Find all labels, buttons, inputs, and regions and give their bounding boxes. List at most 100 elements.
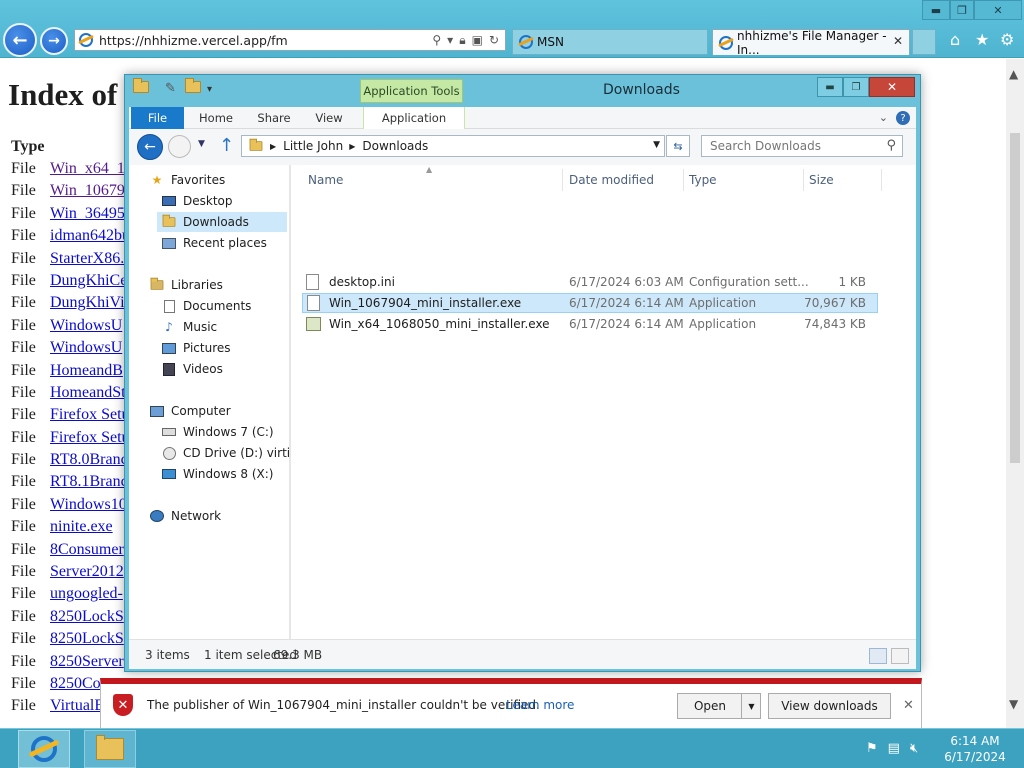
file-link[interactable]: WindowsU — [50, 339, 122, 361]
nav-network[interactable]: Network — [149, 506, 221, 526]
file-link[interactable]: RT8.0Branc — [50, 451, 128, 473]
file-link[interactable]: idman642bu — [50, 227, 130, 249]
taskbar-ie-button[interactable] — [18, 730, 70, 768]
file-link[interactable]: 8250LockS — [50, 608, 124, 630]
nav-documents[interactable]: Documents — [161, 296, 251, 316]
file-row[interactable]: Win_x64_1068050_mini_installer.exe 6/17/… — [302, 314, 878, 334]
recent-locations-icon[interactable]: ▼ — [198, 139, 205, 149]
view-downloads-button[interactable]: View downloads — [768, 693, 891, 719]
file-row[interactable]: desktop.ini 6/17/2024 6:03 AM Configurat… — [302, 272, 878, 292]
details-view-button[interactable] — [869, 648, 887, 664]
tab-view[interactable]: View — [309, 107, 349, 129]
new-tab-button[interactable] — [912, 29, 936, 55]
lock-icon[interactable]: 🔒︎ — [459, 33, 465, 48]
tab-home[interactable]: Home — [195, 107, 237, 129]
tab-msn[interactable]: MSN — [512, 29, 708, 55]
back-button[interactable]: ← — [3, 23, 37, 57]
address-dropdown-icon[interactable]: ▼ — [653, 140, 660, 150]
file-link[interactable]: WindowsU — [50, 317, 122, 339]
nav-computer[interactable]: Computer — [149, 401, 231, 421]
nav-drive-d[interactable]: CD Drive (D:) virtio-v — [161, 443, 289, 463]
file-link[interactable]: Firefox Setu — [50, 406, 130, 428]
taskbar-explorer-button[interactable] — [84, 730, 136, 768]
action-center-flag-icon[interactable]: ⚑ — [866, 741, 878, 756]
explorer-maximize-button[interactable]: ❐ — [843, 77, 869, 97]
file-link[interactable]: ungoogled- — [50, 585, 123, 607]
nav-drive-x[interactable]: Windows 8 (X:) — [161, 464, 273, 484]
tab-share[interactable]: Share — [253, 107, 295, 129]
open-options-dropdown[interactable]: ▼ — [741, 693, 761, 719]
forward-button[interactable]: → — [40, 27, 68, 55]
address-bar[interactable]: https://nhhizme.vercel.app/fm ⚲ ▾ 🔒︎ ▣ ↻ — [74, 29, 506, 51]
scroll-thumb[interactable] — [1010, 133, 1020, 463]
column-divider[interactable] — [562, 169, 563, 191]
file-link[interactable]: Server2012 — [50, 563, 124, 585]
column-date-modified[interactable]: Date modified — [569, 173, 654, 187]
file-link[interactable]: RT8.1Branc — [50, 473, 128, 495]
refresh-icon[interactable]: ↻ — [489, 33, 499, 48]
minimize-button[interactable]: ▬ — [922, 0, 950, 20]
column-name[interactable]: Name — [308, 173, 343, 187]
qat-dropdown-icon[interactable]: ▾ — [207, 84, 212, 95]
file-link[interactable]: 8250LockS — [50, 630, 124, 652]
settings-gear-icon[interactable]: ⚙ — [1000, 30, 1014, 49]
maximize-button[interactable]: ❐ — [950, 0, 974, 20]
nav-videos[interactable]: Videos — [161, 359, 223, 379]
column-divider[interactable] — [881, 169, 882, 191]
tab-file-manager[interactable]: nhhizme's File Manager - In... ✕ — [712, 29, 910, 57]
file-link[interactable]: StarterX86. — [50, 250, 124, 272]
explorer-close-button[interactable]: ✕ — [869, 77, 915, 97]
close-tab-icon[interactable]: ✕ — [893, 34, 903, 48]
explorer-titlebar[interactable]: ✎ ▾ Application Tools Downloads ▬ ❐ ✕ — [125, 75, 920, 103]
file-link[interactable]: Windows10 — [50, 496, 127, 518]
file-link[interactable]: Win_36495 — [50, 205, 125, 227]
breadcrumb-item[interactable]: Downloads — [362, 139, 428, 153]
nav-desktop[interactable]: Desktop — [161, 191, 233, 211]
volume-muted-icon[interactable]: 🔇︎ — [910, 741, 918, 756]
page-scrollbar[interactable]: ▲ ▼ — [1006, 59, 1024, 728]
file-link[interactable]: HomeandSt — [50, 384, 126, 406]
close-button[interactable]: ✕ — [974, 0, 1022, 20]
home-icon[interactable]: ⌂ — [950, 30, 960, 49]
favorites-star-icon[interactable]: ★ — [975, 30, 989, 49]
up-arrow-icon[interactable]: ↑ — [219, 135, 234, 156]
nav-drive-c[interactable]: Windows 7 (C:) — [161, 422, 274, 442]
nav-pictures[interactable]: Pictures — [161, 338, 231, 358]
search-icon[interactable]: ⚲ — [432, 33, 441, 48]
close-notification-icon[interactable]: ✕ — [903, 698, 914, 713]
file-link[interactable]: DungKhiCe — [50, 272, 127, 294]
refresh-button[interactable]: ⇆ — [666, 135, 690, 157]
file-link[interactable]: 8250Co — [50, 675, 101, 697]
file-row-selected[interactable]: Win_1067904_mini_installer.exe 6/17/2024… — [302, 293, 878, 313]
nav-music[interactable]: ♪ Music — [161, 317, 217, 337]
search-input[interactable]: Search Downloads ⚲ — [701, 135, 903, 157]
network-status-icon[interactable]: ▤ — [888, 741, 900, 756]
breadcrumb[interactable]: ▶ Little John ▶ Downloads ▼ — [241, 135, 665, 157]
breadcrumb-item[interactable]: Little John — [283, 139, 343, 153]
nav-favorites[interactable]: ★ Favorites — [149, 170, 226, 190]
file-link[interactable]: Win_10679 — [50, 182, 125, 204]
nav-recent-places[interactable]: Recent places — [161, 233, 267, 253]
scroll-up-icon[interactable]: ▲ — [1009, 67, 1018, 81]
address-url[interactable]: https://nhhizme.vercel.app/fm — [99, 33, 432, 48]
large-icons-view-button[interactable] — [891, 648, 909, 664]
expand-ribbon-icon[interactable]: ⌄ — [879, 111, 888, 125]
nav-libraries[interactable]: Libraries — [149, 275, 223, 295]
dropdown-icon[interactable]: ▾ — [447, 33, 453, 48]
new-folder-icon[interactable] — [185, 78, 201, 97]
file-link[interactable]: VirtualB — [50, 697, 105, 719]
tab-file[interactable]: File — [131, 107, 184, 129]
column-size[interactable]: Size — [809, 173, 834, 187]
nav-downloads[interactable]: Downloads — [157, 212, 287, 232]
file-link[interactable]: HomeandB — [50, 362, 123, 384]
scroll-down-icon[interactable]: ▼ — [1009, 697, 1018, 711]
tab-application[interactable]: Application — [363, 107, 465, 129]
column-type[interactable]: Type — [689, 173, 717, 187]
file-link[interactable]: ninite.exe — [50, 518, 113, 540]
column-divider[interactable] — [683, 169, 684, 191]
explorer-minimize-button[interactable]: ▬ — [817, 77, 843, 97]
help-icon[interactable]: ? — [896, 111, 910, 125]
file-link[interactable]: Firefox Setu — [50, 429, 130, 451]
compat-icon[interactable]: ▣ — [472, 33, 483, 48]
file-link[interactable]: Win_x64_1 — [50, 160, 125, 182]
